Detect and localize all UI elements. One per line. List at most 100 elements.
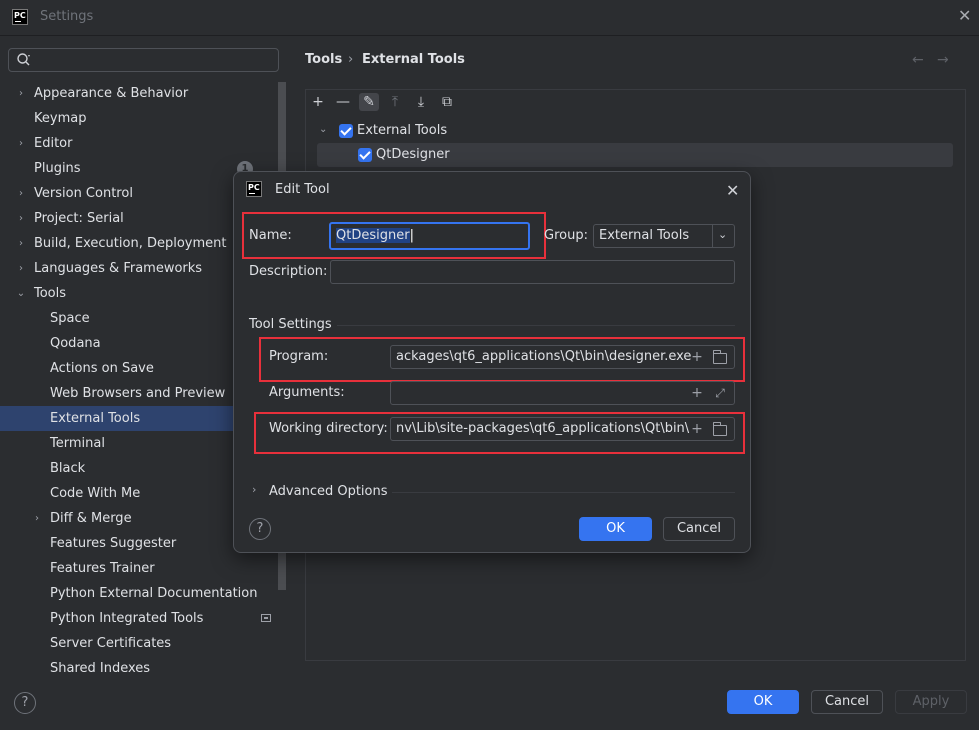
breadcrumb-tools[interactable]: Tools xyxy=(305,52,342,67)
advanced-options-toggle[interactable]: Advanced Options xyxy=(269,484,388,499)
chevron-right-icon[interactable]: › xyxy=(15,256,27,281)
tree-item-label: Version Control xyxy=(34,186,133,201)
tree-item-label: Plugins xyxy=(34,161,81,176)
name-input[interactable]: QtDesigner| xyxy=(329,222,530,250)
tree-item[interactable]: › Editor xyxy=(0,131,278,156)
copy-tool-icon[interactable]: ⧉ xyxy=(437,93,457,111)
arguments-input[interactable] xyxy=(390,381,735,405)
tool-settings-separator xyxy=(337,325,735,326)
breadcrumb-external-tools: External Tools xyxy=(362,52,465,67)
program-input-value: ackages\qt6_applications\Qt\bin\designer… xyxy=(396,349,692,364)
dialog-ok-button[interactable]: OK xyxy=(579,517,652,541)
ok-button[interactable]: OK xyxy=(727,690,799,714)
chevron-right-icon[interactable]: › xyxy=(15,131,27,156)
tree-item-label: Editor xyxy=(34,136,73,151)
project-level-icon xyxy=(261,614,271,622)
working-directory-label: Working directory: xyxy=(269,421,388,436)
tree-item[interactable]: Server Certificates xyxy=(0,631,278,656)
settings-search-input[interactable] xyxy=(8,48,279,72)
tool-settings-heading: Tool Settings xyxy=(249,317,332,332)
expand-icon[interactable]: ⤢ xyxy=(712,385,728,401)
qtdesigner-checkbox[interactable] xyxy=(358,148,372,162)
description-input[interactable] xyxy=(330,260,735,284)
tree-item-label: Build, Execution, Deployment xyxy=(34,236,227,251)
tree-item-label: Project: Serial xyxy=(34,211,124,226)
browse-folder-icon[interactable] xyxy=(713,350,727,364)
tree-item-label: Shared Indexes xyxy=(50,661,151,676)
chevron-right-icon[interactable]: › xyxy=(31,506,43,531)
chevron-right-icon[interactable]: › xyxy=(15,181,27,206)
tree-item[interactable]: › Appearance & Behavior xyxy=(0,81,278,106)
arguments-label: Arguments: xyxy=(269,385,345,400)
chevron-down-icon[interactable]: ⌄ xyxy=(15,281,27,306)
insert-macro-icon[interactable]: + xyxy=(689,385,705,401)
chevron-right-icon[interactable]: › xyxy=(15,231,27,256)
browse-folder-icon[interactable] xyxy=(713,422,727,436)
tree-item-label: Terminal xyxy=(50,436,105,451)
tree-item-label: Code With Me xyxy=(50,486,141,501)
insert-macro-icon[interactable]: + xyxy=(689,349,705,365)
move-down-icon[interactable]: ⤓ xyxy=(411,93,431,111)
external-tools-checkbox[interactable] xyxy=(339,124,353,138)
tree-item-label: Tools xyxy=(34,286,67,301)
chevron-right-icon[interactable]: › xyxy=(15,206,27,231)
working-directory-input-value: nv\Lib\site-packages\qt6_applications\Qt… xyxy=(396,421,690,436)
dialog-close-icon[interactable]: ✕ xyxy=(726,181,739,200)
add-tool-icon[interactable]: + xyxy=(308,93,328,111)
text-caret: | xyxy=(409,228,414,243)
tree-item[interactable]: Keymap xyxy=(0,106,278,131)
dialog-cancel-button[interactable]: Cancel xyxy=(663,517,735,541)
tree-item-label: External Tools xyxy=(50,411,141,426)
description-label: Description: xyxy=(249,264,328,279)
advanced-options-separator xyxy=(392,492,735,493)
tree-item-label: Python Integrated Tools xyxy=(50,611,204,626)
group-label: Group: xyxy=(544,228,588,243)
tree-item[interactable]: Shared Indexes xyxy=(0,656,278,681)
tree-item-label: Actions on Save xyxy=(50,361,154,376)
external-tools-group-label[interactable]: External Tools xyxy=(357,123,447,138)
chevron-right-icon[interactable]: › xyxy=(15,81,27,106)
edit-tool-dialog: PC Edit Tool ✕ Name: QtDesigner| Group: … xyxy=(233,171,751,553)
window-title: Settings xyxy=(40,9,94,24)
tree-item[interactable]: Features Trainer xyxy=(0,556,278,581)
qtdesigner-label[interactable]: QtDesigner xyxy=(376,147,450,162)
tree-item-label: Black xyxy=(50,461,86,476)
group-select[interactable]: External Tools ⌄ xyxy=(593,224,735,248)
dialog-help-icon[interactable]: ? xyxy=(249,518,271,540)
insert-macro-icon[interactable]: + xyxy=(689,421,705,437)
program-input[interactable]: ackages\qt6_applications\Qt\bin\designer… xyxy=(390,345,735,369)
name-input-value: QtDesigner xyxy=(336,228,410,243)
group-select-divider xyxy=(712,225,713,247)
search-icon xyxy=(17,53,30,66)
tree-item-label: Appearance & Behavior xyxy=(34,86,189,101)
tree-item[interactable]: Python External Documentation xyxy=(0,581,278,606)
remove-tool-icon[interactable]: — xyxy=(333,93,353,111)
tree-item-label: Keymap xyxy=(34,111,87,126)
back-arrow-icon[interactable]: ← xyxy=(912,52,924,68)
cancel-button[interactable]: Cancel xyxy=(811,690,883,714)
breadcrumb-separator: › xyxy=(348,52,354,67)
name-label: Name: xyxy=(249,228,292,243)
tree-item[interactable]: Python Integrated Tools xyxy=(0,606,278,631)
edit-tool-icon[interactable]: ✎ xyxy=(359,93,379,111)
tree-item-label: Server Certificates xyxy=(50,636,172,651)
working-directory-input[interactable]: nv\Lib\site-packages\qt6_applications\Qt… xyxy=(390,417,735,441)
pycharm-logo-icon: PC xyxy=(246,181,262,197)
title-bar: PC Settings ✕ xyxy=(0,0,979,36)
tree-item-label: Web Browsers and Preview xyxy=(50,386,226,401)
tree-item-label: Diff & Merge xyxy=(50,511,132,526)
window-close-icon[interactable]: ✕ xyxy=(958,8,974,24)
move-up-icon[interactable]: ⤒ xyxy=(385,93,405,111)
help-icon[interactable]: ? xyxy=(14,692,36,714)
forward-arrow-icon[interactable]: → xyxy=(937,52,949,68)
program-label: Program: xyxy=(269,349,329,364)
tree-item-label: Languages & Frameworks xyxy=(34,261,203,276)
tree-item-label: Qodana xyxy=(50,336,101,351)
tree-item-label: Features Suggester xyxy=(50,536,177,551)
tree-item-label: Features Trainer xyxy=(50,561,155,576)
apply-button[interactable]: Apply xyxy=(895,690,967,714)
pycharm-logo-icon: PC xyxy=(12,9,28,25)
chevron-down-icon: ⌄ xyxy=(718,228,728,241)
chevron-down-icon[interactable]: ⌄ xyxy=(319,124,327,135)
chevron-right-icon[interactable]: › xyxy=(252,483,256,496)
